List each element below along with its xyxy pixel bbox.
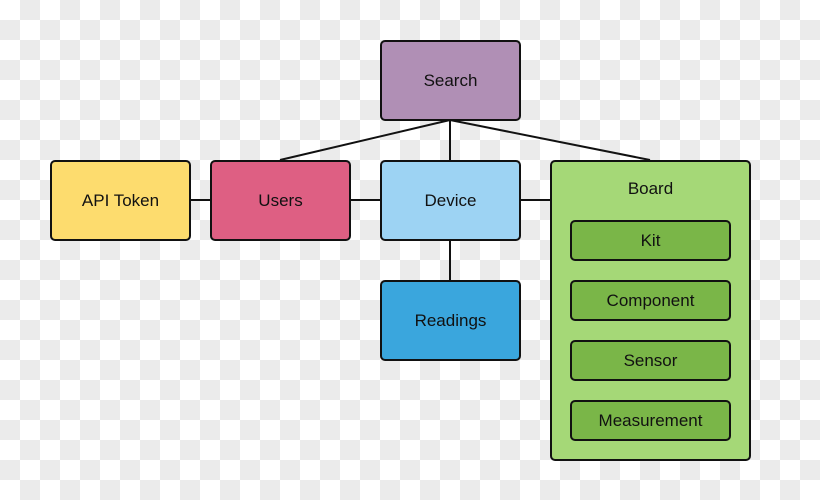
node-label: Kit	[640, 230, 661, 250]
node-search: Search	[380, 40, 521, 121]
node-label: Component	[606, 290, 695, 310]
edge-search-users	[279, 119, 451, 161]
node-measurement: Measurement	[570, 400, 731, 441]
node-label: Readings	[414, 310, 487, 330]
node-users: Users	[210, 160, 351, 241]
node-api-token: API Token	[50, 160, 191, 241]
node-label: Measurement	[598, 410, 703, 430]
node-device: Device	[380, 160, 521, 241]
node-label: Sensor	[623, 350, 678, 370]
node-component: Component	[570, 280, 731, 321]
node-label: Search	[423, 70, 478, 90]
node-sensor: Sensor	[570, 340, 731, 381]
node-label: API Token	[81, 190, 160, 210]
node-readings: Readings	[380, 280, 521, 361]
node-kit: Kit	[570, 220, 731, 261]
node-label: Users	[258, 190, 303, 210]
node-label: Board	[627, 179, 674, 198]
edge-search-board	[449, 119, 651, 161]
node-label: Device	[424, 190, 477, 210]
